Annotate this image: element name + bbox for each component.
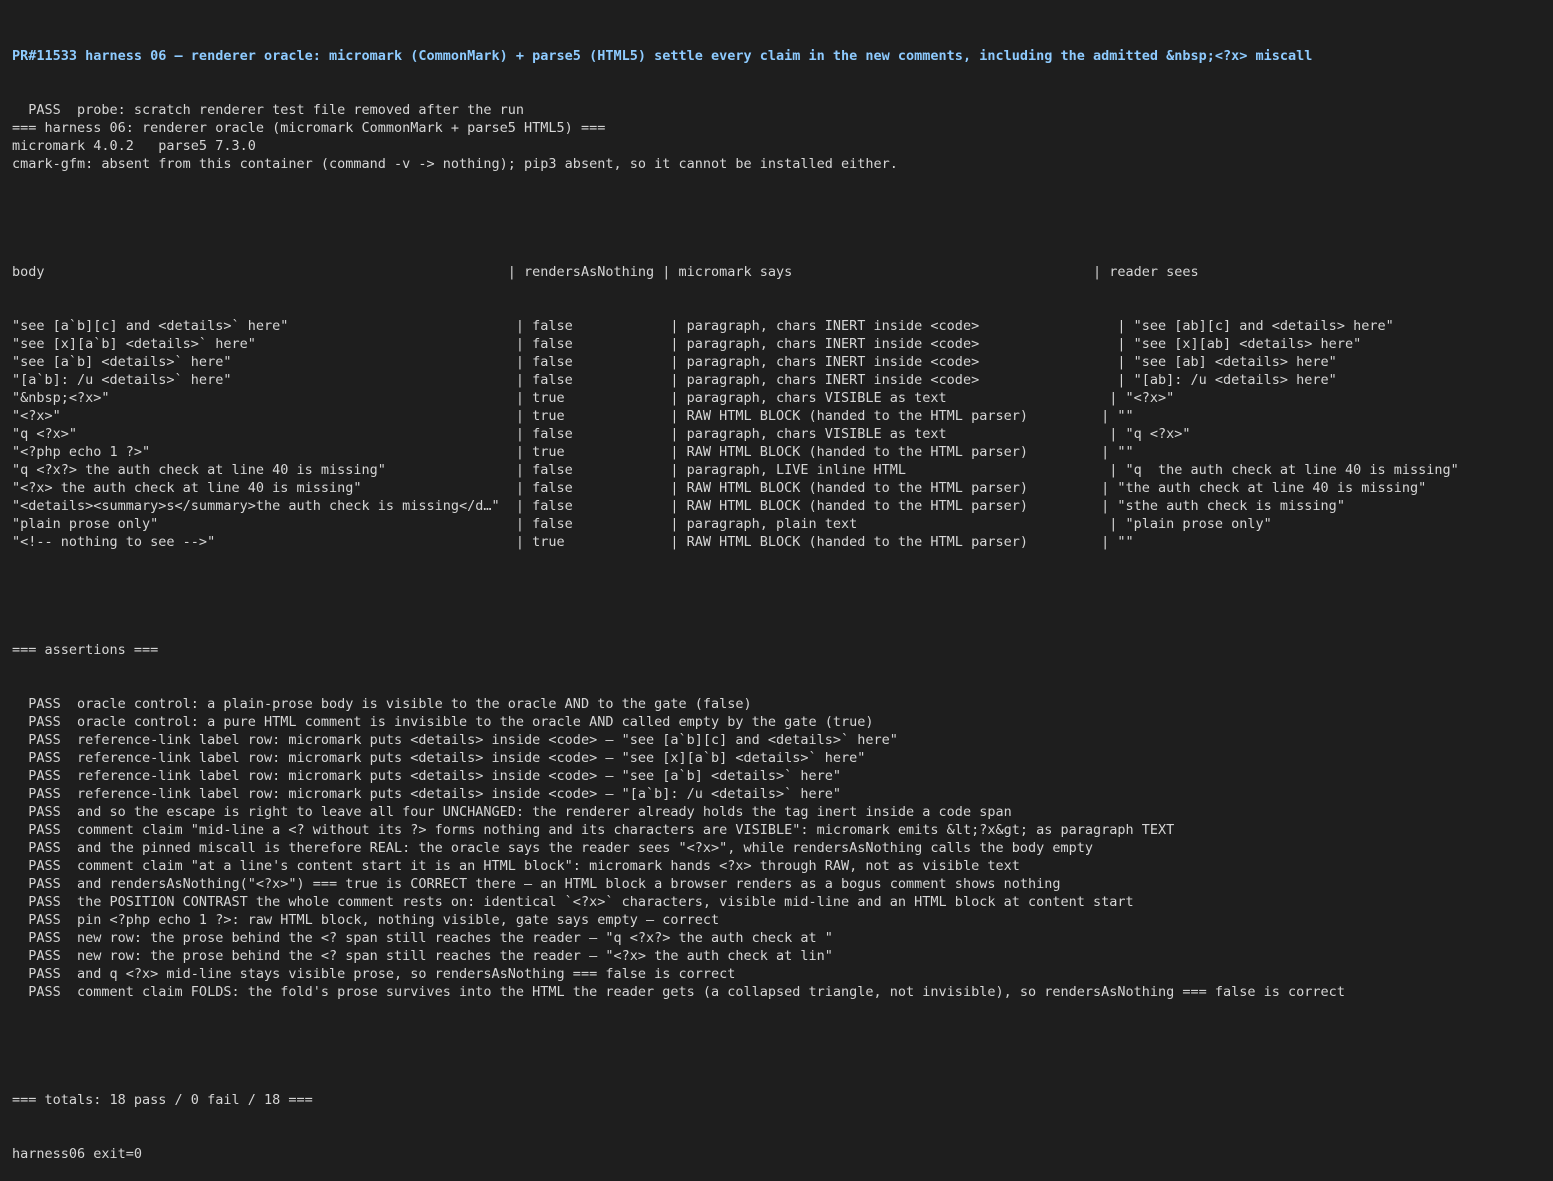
table-row: "q <?x>" | false | paragraph, chars VISI…	[12, 426, 1191, 442]
assertion-line: PASS reference-link label row: micromark…	[12, 732, 898, 748]
table-row: "plain prose only" | false | paragraph, …	[12, 516, 1272, 532]
table-row: "<!-- nothing to see -->" | true | RAW H…	[12, 534, 1134, 550]
assertion-line: PASS and the pinned miscall is therefore…	[12, 840, 1093, 856]
assertion-line: PASS comment claim FOLDS: the fold's pro…	[12, 984, 1345, 1000]
assertion-line: PASS pin <?php echo 1 ?>: raw HTML block…	[12, 912, 720, 928]
assertion-line: PASS oracle control: a plain-prose body …	[12, 696, 752, 712]
table-rows: "see [a`b][c] and <details>` here" | fal…	[12, 317, 1553, 551]
table-row: "&nbsp;<?x>" | true | paragraph, chars V…	[12, 390, 1175, 406]
assertion-line: PASS oracle control: a pure HTML comment…	[12, 714, 874, 730]
assertion-line: PASS reference-link label row: micromark…	[12, 786, 842, 802]
table-row: "<details><summary>s</summary>the auth c…	[12, 498, 1345, 514]
terminal-output: PR#11533 harness 06 — renderer oracle: m…	[0, 0, 1553, 1162]
table-row: "[a`b]: /u <details>` here" | false | pa…	[12, 372, 1337, 388]
table-row: "see [a`b] <details>` here" | false | pa…	[12, 354, 1337, 370]
table-row: "<?php echo 1 ?>" | true | RAW HTML BLOC…	[12, 444, 1134, 460]
exit-line: harness06 exit=0	[12, 1146, 143, 1162]
preamble-line: cmark-gfm: absent from this container (c…	[12, 156, 898, 172]
preamble-line: PASS probe: scratch renderer test file r…	[12, 102, 525, 118]
assertion-line: PASS and so the escape is right to leave…	[12, 804, 1012, 820]
assertion-line: PASS new row: the prose behind the <? sp…	[12, 930, 833, 946]
assertion-line: PASS the POSITION CONTRAST the whole com…	[12, 894, 1134, 910]
assertions-header: === assertions ===	[12, 642, 159, 658]
preamble-block: PASS probe: scratch renderer test file r…	[12, 101, 1553, 173]
table-row: "<?x>" | true | RAW HTML BLOCK (handed t…	[12, 408, 1134, 424]
table-row: "see [a`b][c] and <details>` here" | fal…	[12, 318, 1394, 334]
table-row: "q <?x?> the auth check at line 40 is mi…	[12, 462, 1459, 478]
preamble-line: === harness 06: renderer oracle (microma…	[12, 120, 606, 136]
totals-line: === totals: 18 pass / 0 fail / 18 ===	[12, 1092, 313, 1108]
table-row: "see [x][a`b] <details>` here" | false |…	[12, 336, 1362, 352]
table-header: body | rendersAsNothing | micromark says…	[12, 264, 1199, 280]
assertion-line: PASS comment claim "at a line's content …	[12, 858, 1020, 874]
table-row: "<?x> the auth check at line 40 is missi…	[12, 480, 1427, 496]
assertion-line: PASS new row: the prose behind the <? sp…	[12, 948, 833, 964]
assertion-line: PASS reference-link label row: micromark…	[12, 750, 866, 766]
assertion-line: PASS and rendersAsNothing("<?x>") === tr…	[12, 876, 1061, 892]
assertion-line: PASS and q <?x> mid-line stays visible p…	[12, 966, 736, 982]
assertions-block: PASS oracle control: a plain-prose body …	[12, 695, 1553, 1001]
assertion-line: PASS reference-link label row: micromark…	[12, 768, 842, 784]
assertion-line: PASS comment claim "mid-line a <? withou…	[12, 822, 1175, 838]
preamble-line: micromark 4.0.2 parse5 7.3.0	[12, 138, 256, 154]
run-header: PR#11533 harness 06 — renderer oracle: m…	[12, 48, 1313, 64]
